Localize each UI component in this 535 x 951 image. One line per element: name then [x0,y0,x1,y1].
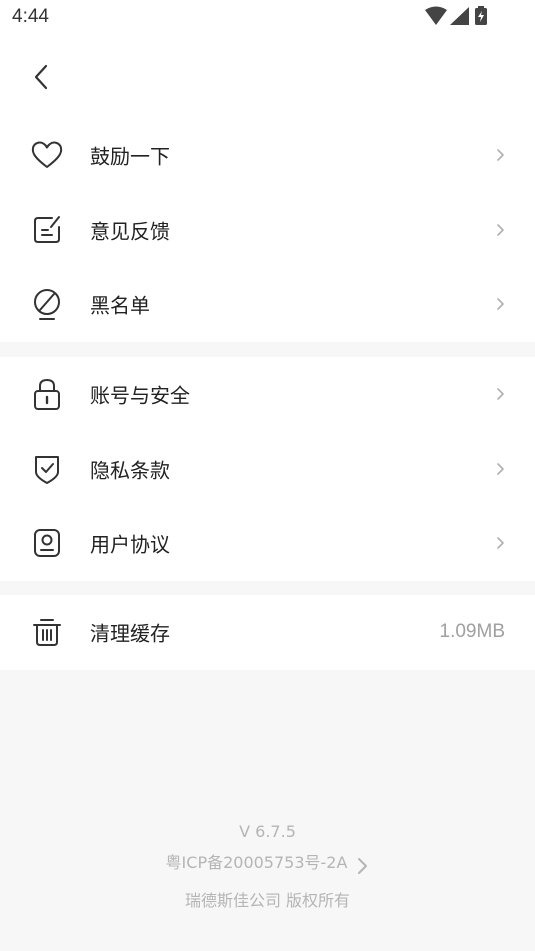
settings-group-storage: 清理缓存 1.09MB [0,595,535,670]
row-label: 账号与安全 [90,383,190,408]
header [0,36,535,118]
row-label: 黑名单 [90,293,150,318]
row-label: 隐私条款 [90,458,170,483]
footer: V 6.7.5 粤ICP备20005753号-2A 瑞德斯佳公司 版权所有 [0,818,535,916]
chevron-right-icon [497,149,504,162]
blocked-icon [30,287,64,321]
chevron-right-icon [497,298,504,311]
row-label: 用户协议 [90,532,170,557]
settings-group-account: 账号与安全 隐私条款 用户协议 [0,357,535,581]
app-version: V 6.7.5 [239,822,296,841]
signal-icon [450,7,469,25]
chevron-right-icon [497,537,504,550]
user-agreement-icon [30,526,64,560]
wifi-icon [425,6,447,25]
copyright: 瑞德斯佳公司 版权所有 [184,891,351,910]
status-icons [425,6,495,28]
battery-icon [475,6,487,25]
heart-icon [30,138,64,172]
row-label: 清理缓存 [90,621,170,646]
row-account-security[interactable]: 账号与安全 [0,357,535,432]
row-user-agreement[interactable]: 用户协议 [0,506,535,581]
lock-icon [30,377,64,411]
status-time: 4:44 [12,6,49,27]
icp-link[interactable]: 粤ICP备20005753号-2A [166,846,370,880]
row-encourage[interactable]: 鼓励一下 [0,118,535,193]
settings-group-general: 鼓励一下 意见反馈 黑名单 [0,118,535,342]
chevron-right-icon [497,462,504,475]
row-feedback[interactable]: 意见反馈 [0,193,535,268]
row-blacklist[interactable]: 黑名单 [0,267,535,342]
row-label: 意见反馈 [90,219,170,244]
chevron-right-icon [358,858,368,874]
row-privacy[interactable]: 隐私条款 [0,432,535,507]
shield-check-icon [30,452,64,486]
trash-icon [30,615,64,649]
chevron-right-icon [497,388,504,401]
row-clear-cache[interactable]: 清理缓存 1.09MB [0,595,535,670]
icp-text: 粤ICP备20005753号-2A [165,853,348,872]
status-bar: 4:44 [0,0,535,36]
chevron-left-icon [34,64,48,90]
feedback-note-icon [30,213,64,247]
cache-size: 1.09MB [439,621,505,643]
row-label: 鼓励一下 [90,144,170,169]
back-button[interactable] [26,60,56,94]
chevron-right-icon [497,223,504,236]
